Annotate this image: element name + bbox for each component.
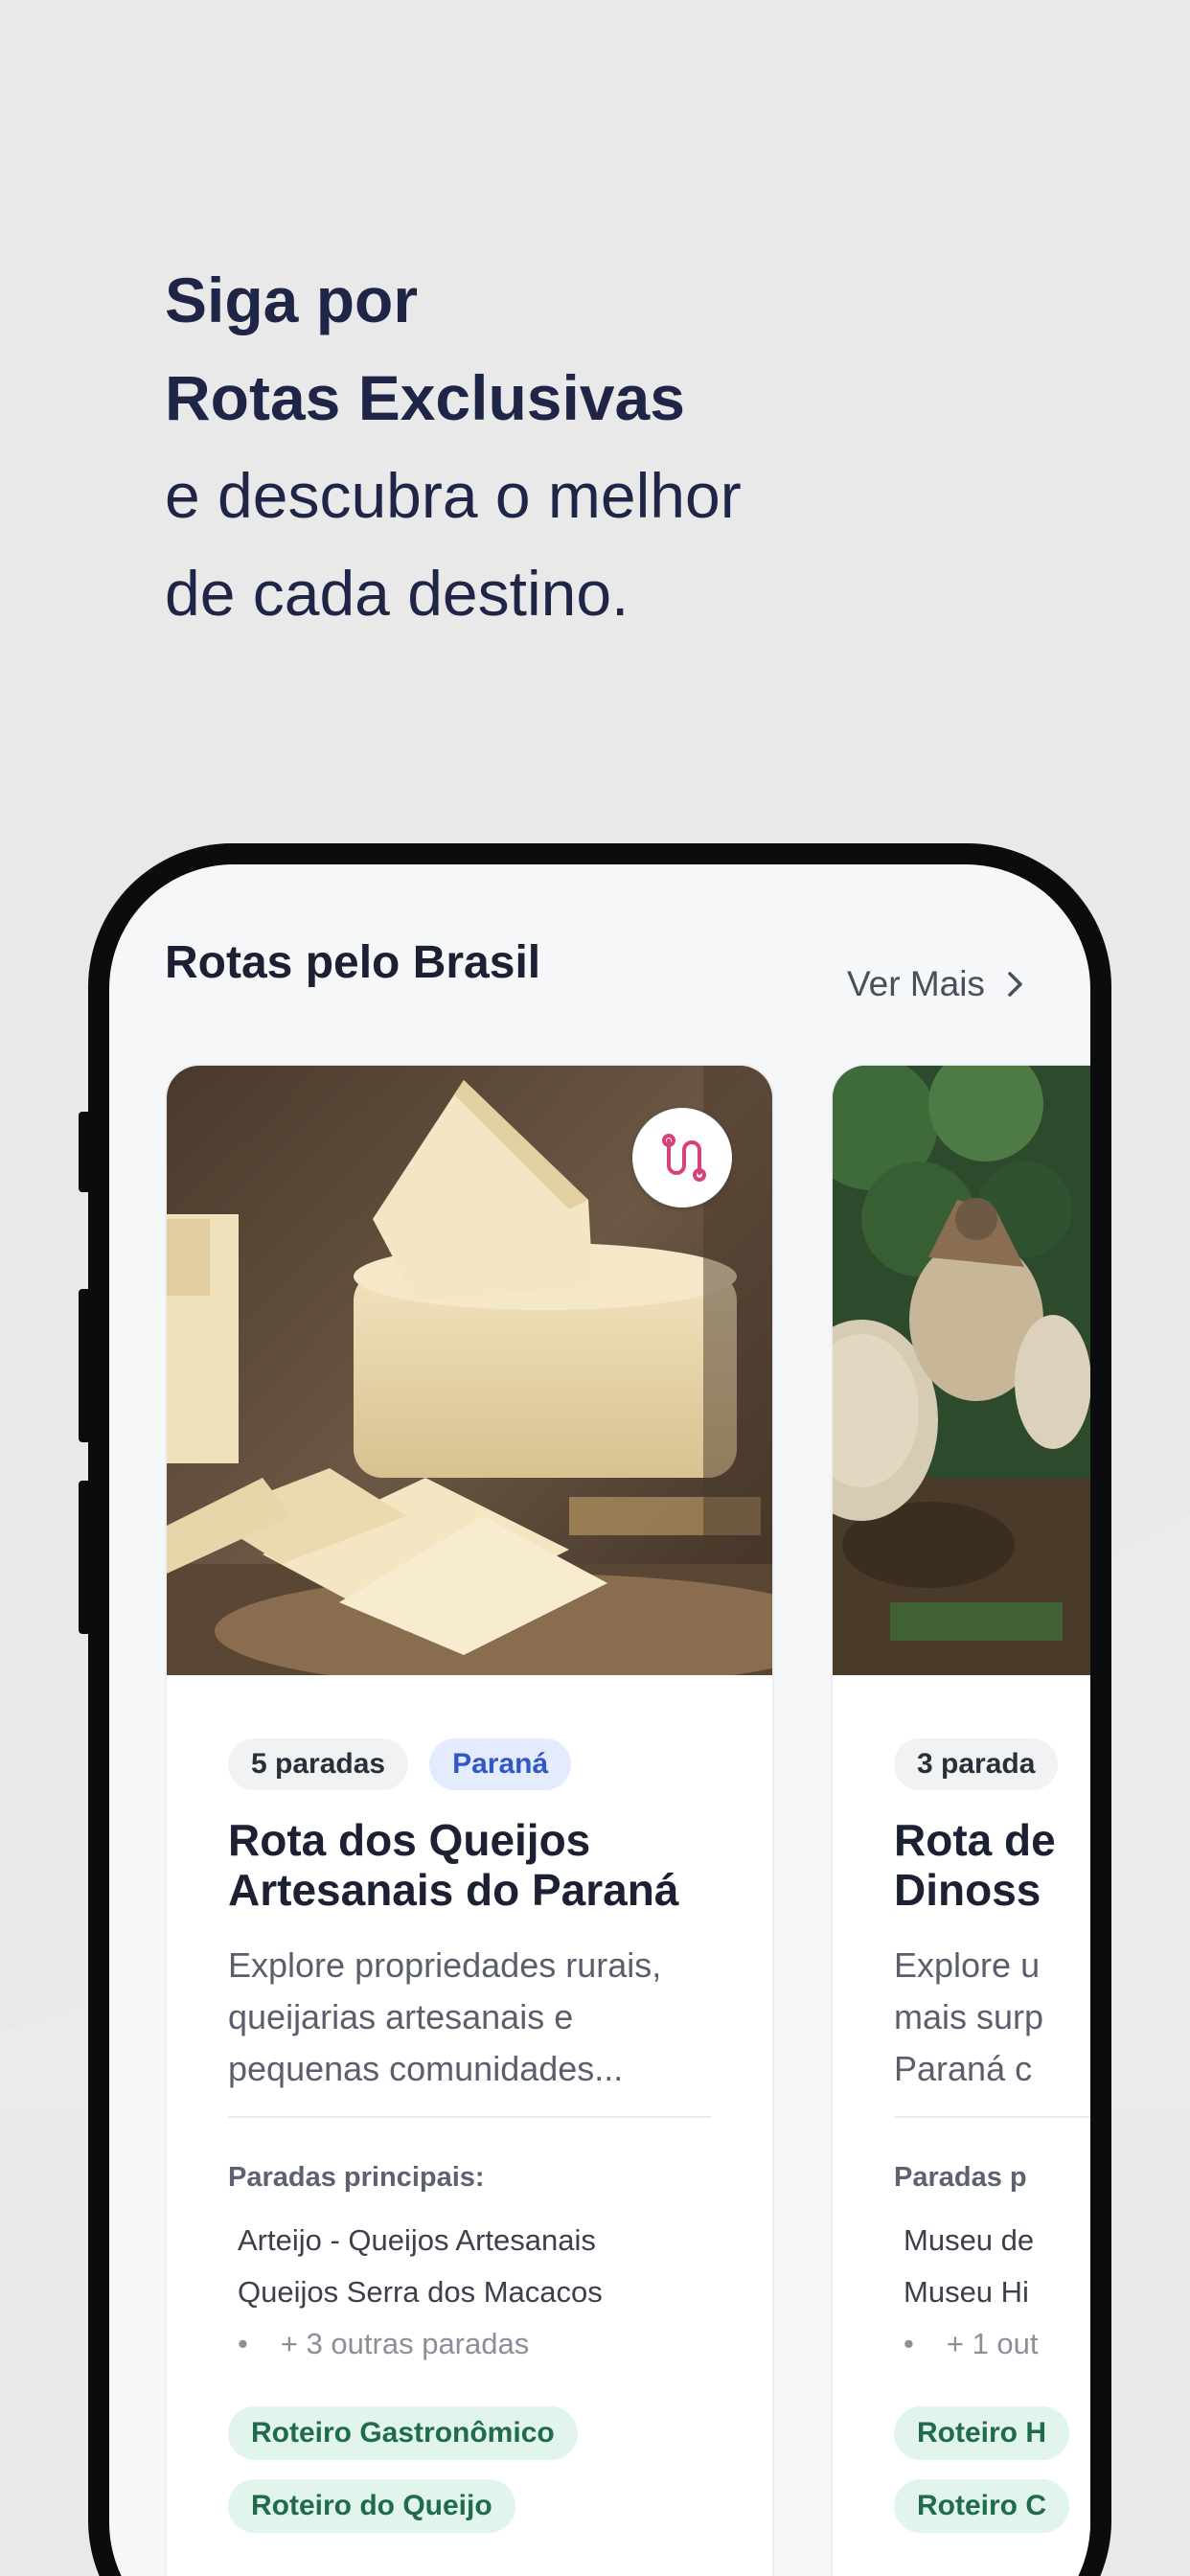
- see-more-link[interactable]: Ver Mais: [847, 964, 1025, 1004]
- route-card-image: [167, 1066, 772, 1675]
- see-more-label: Ver Mais: [847, 964, 985, 1003]
- route-icon: [662, 1134, 706, 1182]
- phone-side-button: [79, 1112, 92, 1192]
- stop-item: Museu Hi: [904, 2275, 1029, 2309]
- headline-line-2: Rotas Exclusivas: [165, 362, 685, 433]
- stop-item: Queijos Serra dos Macacos: [238, 2275, 603, 2309]
- more-stops-label: + 1 out: [946, 2327, 1039, 2360]
- stops-count-chip: 3 parada: [894, 1738, 1059, 1790]
- route-card[interactable]: 5 paradas Paraná Rota dos Queijos Artesa…: [165, 1064, 774, 2576]
- route-badge[interactable]: [632, 1108, 732, 1208]
- route-card-image: [833, 1066, 1090, 1675]
- stops-count-chip: 5 paradas: [228, 1738, 409, 1790]
- section-title: Rotas pelo Brasil: [165, 937, 541, 988]
- phone-screen: Rotas pelo Brasil Ver Mais 5 paradas Par…: [109, 864, 1090, 2576]
- headline-line-3: e descubra o melhor: [165, 460, 742, 531]
- phone-side-button: [79, 1481, 92, 1634]
- bullet-icon: •: [238, 2327, 248, 2360]
- phone-side-button: [79, 1289, 92, 1442]
- stops-list: Museu de Museu Hi • + 1 out: [894, 2215, 1090, 2370]
- tag: Roteiro do Queijo: [228, 2479, 515, 2533]
- tag: Roteiro H: [894, 2406, 1069, 2460]
- headline-line-1: Siga por: [165, 264, 419, 335]
- tags: Roteiro H Roteiro C: [894, 2406, 1090, 2552]
- stop-item: Museu de: [904, 2223, 1035, 2257]
- tag: Roteiro Gastronômico: [228, 2406, 578, 2460]
- divider: [228, 2116, 711, 2118]
- stops-label: Paradas principais:: [228, 2162, 485, 2193]
- state-chip: Paraná: [429, 1738, 572, 1790]
- stops-label: Paradas p: [894, 2162, 1027, 2193]
- stop-item: Arteijo - Queijos Artesanais: [238, 2223, 596, 2257]
- stops-list: Arteijo - Queijos Artesanais Queijos Ser…: [228, 2215, 711, 2370]
- route-title: Rota dos Queijos Artesanais do Paraná: [228, 1815, 679, 1915]
- headline-line-4: de cada destino.: [165, 558, 629, 629]
- route-description: Explore u mais surp Paraná c: [894, 1945, 1044, 2088]
- divider: [894, 2116, 1090, 2118]
- promo-headline: Siga por Rotas Exclusivas e descubra o m…: [165, 251, 1027, 642]
- tag: Roteiro C: [894, 2479, 1069, 2533]
- route-card[interactable]: 3 parada Rota de Dinoss Explore u mais s…: [831, 1064, 1090, 2576]
- more-stops: • + 1 out: [894, 2318, 1090, 2370]
- route-description: Explore propriedades rurais, queijarias …: [228, 1945, 662, 2088]
- tags: Roteiro Gastronômico Roteiro do Queijo: [228, 2406, 711, 2552]
- more-stops-label: + 3 outras paradas: [280, 2327, 530, 2360]
- dinosaur-eggs-photo: [833, 1066, 1090, 1675]
- bullet-icon: •: [904, 2327, 914, 2360]
- route-title: Rota de Dinoss: [894, 1815, 1056, 1915]
- more-stops: • + 3 outras paradas: [228, 2318, 711, 2370]
- chevron-right-icon: [1008, 972, 1022, 997]
